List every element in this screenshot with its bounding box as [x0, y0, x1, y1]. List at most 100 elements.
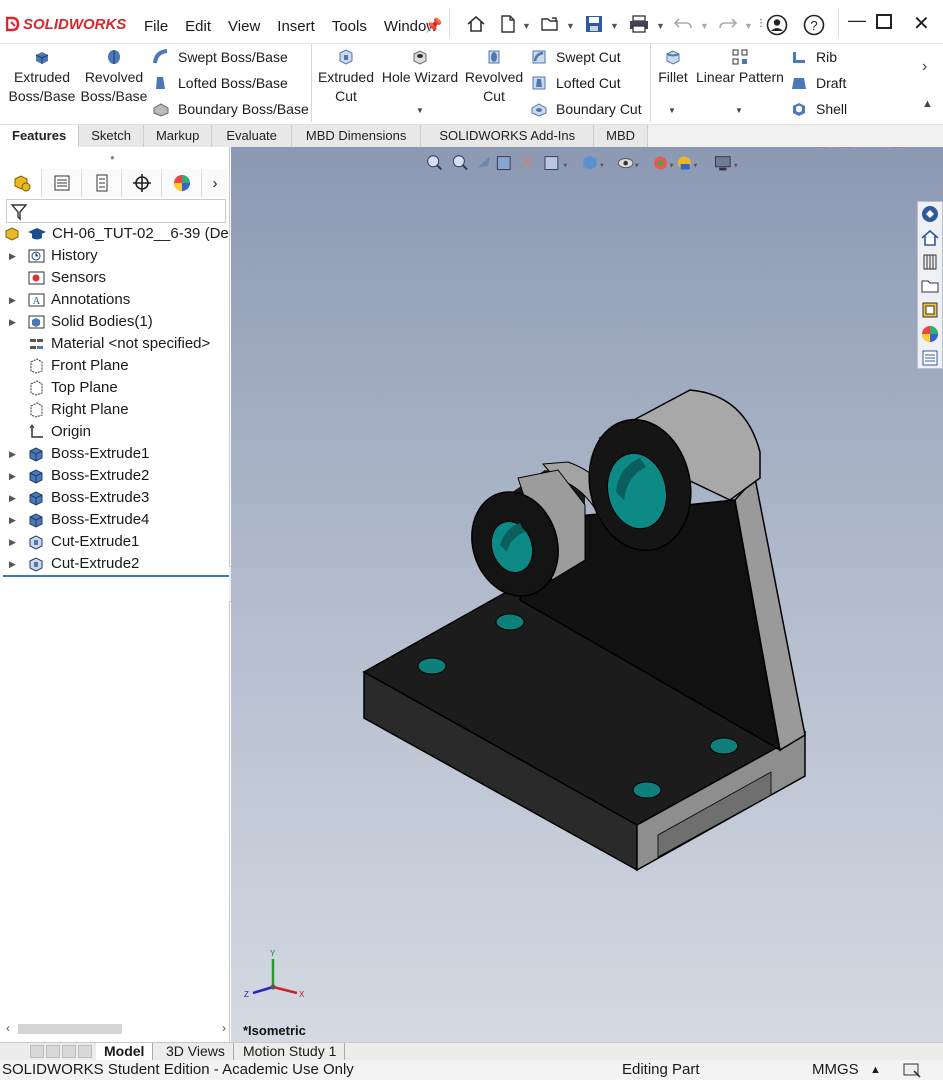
redo-icon[interactable] [718, 15, 738, 33]
tree-root-part[interactable]: CH-06_TUT-02__6-39 (Default [0, 223, 229, 245]
lofted-cut-button[interactable]: Lofted Cut [530, 74, 621, 92]
maximize-button[interactable] [876, 14, 892, 29]
3d-model-part[interactable] [231, 147, 943, 1042]
print-dropdown-icon[interactable]: ▼ [656, 21, 665, 31]
tree-item-front-plane[interactable]: Front Plane [0, 355, 229, 377]
tree-item-annotations[interactable]: ▶ A Annotations [0, 289, 229, 311]
user-account-icon[interactable] [766, 14, 788, 36]
tab-display-manager[interactable] [162, 169, 202, 197]
tree-item-top-plane[interactable]: Top Plane [0, 377, 229, 399]
tab-evaluate[interactable]: Evaluate [212, 125, 292, 147]
menu-tools[interactable]: Tools [332, 18, 367, 35]
solidworks-resources-tab[interactable] [918, 202, 942, 226]
expand-arrow-icon[interactable]: ▶ [9, 553, 16, 575]
tree-item-boss-extrude1[interactable]: ▶ Boss-Extrude1 [0, 443, 229, 465]
units-dropdown-icon[interactable]: ▲ [870, 1060, 881, 1080]
tree-item-boss-extrude3[interactable]: ▶ Boss-Extrude3 [0, 487, 229, 509]
ribbon-collapse-icon[interactable]: ▲ [922, 98, 933, 110]
expand-arrow-icon[interactable]: ▶ [9, 465, 16, 487]
tree-item-boss-extrude4[interactable]: ▶ Boss-Extrude4 [0, 509, 229, 531]
undo-icon[interactable] [673, 15, 693, 33]
home-tab[interactable] [918, 226, 942, 250]
tree-item-sensors[interactable]: Sensors [0, 267, 229, 289]
tree-item-material-not-specified[interactable]: Material <not specified> [0, 333, 229, 355]
swept-cut-button[interactable]: Swept Cut [530, 48, 621, 66]
expand-arrow-icon[interactable]: ▶ [9, 487, 16, 509]
design-library-tab[interactable] [918, 250, 942, 274]
hole-wizard-dropdown-icon[interactable]: ▼ [416, 106, 424, 115]
tab-property-manager[interactable] [42, 169, 82, 197]
tab-mbd[interactable]: MBD [594, 125, 649, 147]
expand-arrow-icon[interactable]: ▶ [9, 245, 16, 267]
draft-button[interactable]: Draft [790, 74, 846, 92]
tab-motion-study-1[interactable]: Motion Study 1 [235, 1043, 346, 1060]
shell-button[interactable]: Shell [790, 100, 847, 118]
tree-horizontal-scrollbar[interactable]: ‹ › [2, 1021, 228, 1037]
open-dropdown-icon[interactable]: ▼ [566, 21, 575, 31]
extruded-boss-button[interactable]: Extruded Boss/Base [8, 48, 76, 106]
tab-sketch[interactable]: Sketch [79, 125, 144, 147]
tree-item-cut-extrude1[interactable]: ▶ Cut-Extrude1 [0, 531, 229, 553]
fillet-dropdown-icon[interactable]: ▼ [668, 106, 676, 115]
tab-model[interactable]: Model [96, 1043, 154, 1060]
tab-mbd-dimensions[interactable]: MBD Dimensions [291, 125, 422, 147]
scroll-left-arrow[interactable]: ‹ [6, 1021, 10, 1035]
save-dropdown-icon[interactable]: ▼ [610, 21, 619, 31]
hole-wizard-button[interactable]: Hole Wizard [380, 48, 460, 87]
scroll-thumb[interactable] [18, 1024, 122, 1034]
help-icon[interactable]: ? [803, 14, 825, 36]
customize-status-icon[interactable] [902, 1061, 922, 1079]
menu-file[interactable]: File [144, 18, 168, 35]
close-window-button[interactable]: ✕ [913, 11, 930, 36]
rollback-bar[interactable] [3, 575, 229, 577]
file-explorer-tab[interactable] [918, 274, 942, 298]
print-icon[interactable] [628, 14, 650, 34]
tab-dimxpert-manager[interactable] [122, 169, 162, 197]
tree-item-right-plane[interactable]: Right Plane [0, 399, 229, 421]
solidworks-logo[interactable]: SOLIDWORKS [6, 14, 126, 34]
tree-item-boss-extrude2[interactable]: ▶ Boss-Extrude2 [0, 465, 229, 487]
ribbon-expand-icon[interactable]: › [922, 58, 927, 76]
scroll-right-arrow[interactable]: › [222, 1021, 226, 1035]
tabs-previous-button[interactable] [46, 1045, 60, 1058]
tree-item-solid-bodies-1[interactable]: ▶ Solid Bodies(1) [0, 311, 229, 333]
tabs-next-button[interactable] [62, 1045, 76, 1058]
custom-properties-tab[interactable] [918, 346, 942, 370]
feature-tree-filter[interactable] [6, 199, 226, 223]
boundary-cut-button[interactable]: Boundary Cut [530, 100, 642, 118]
view-palette-tab[interactable] [918, 298, 942, 322]
fillet-button[interactable]: Fillet [654, 48, 692, 87]
tabs-last-button[interactable] [78, 1045, 92, 1058]
swept-boss-button[interactable]: Swept Boss/Base [152, 48, 288, 66]
tab-markup[interactable]: Markup [143, 125, 213, 147]
tab-features[interactable]: Features [0, 125, 80, 147]
menu-view[interactable]: View [228, 18, 260, 35]
save-icon[interactable] [584, 14, 604, 34]
menu-insert[interactable]: Insert [277, 18, 315, 35]
extruded-cut-button[interactable]: Extruded Cut [314, 48, 378, 106]
expand-arrow-icon[interactable]: ▶ [9, 531, 16, 553]
panel-grip-icon[interactable]: ● [110, 153, 115, 162]
boundary-boss-button[interactable]: Boundary Boss/Base [152, 100, 309, 118]
units-selector[interactable]: MMGS [812, 1060, 859, 1080]
linear-pattern-dropdown-icon[interactable]: ▼ [735, 106, 743, 115]
revolved-boss-button[interactable]: Revolved Boss/Base [80, 48, 148, 106]
tabs-first-button[interactable] [30, 1045, 44, 1058]
pin-menu-icon[interactable]: 📌 [425, 17, 442, 34]
lofted-boss-button[interactable]: Lofted Boss/Base [152, 74, 288, 92]
new-dropdown-icon[interactable]: ▼ [522, 21, 531, 31]
expand-arrow-icon[interactable]: ▶ [9, 509, 16, 531]
expand-arrow-icon[interactable]: ▶ [9, 311, 16, 333]
tab-3d-views[interactable]: 3D Views [158, 1043, 234, 1060]
new-document-icon[interactable] [499, 14, 517, 34]
panel-tabs-more-arrow[interactable]: › [202, 169, 228, 197]
rib-button[interactable]: Rib [790, 48, 837, 66]
tree-item-history[interactable]: ▶ History [0, 245, 229, 267]
tab-configuration-manager[interactable] [82, 169, 122, 197]
menu-edit[interactable]: Edit [185, 18, 211, 35]
expand-arrow-icon[interactable]: ▶ [9, 289, 16, 311]
home-icon[interactable] [466, 14, 486, 34]
tab-solidworks-add-ins[interactable]: SOLIDWORKS Add-Ins [421, 125, 595, 147]
revolved-cut-button[interactable]: Revolved Cut [462, 48, 526, 106]
more-options-icon[interactable]: ⋮ [756, 18, 766, 29]
